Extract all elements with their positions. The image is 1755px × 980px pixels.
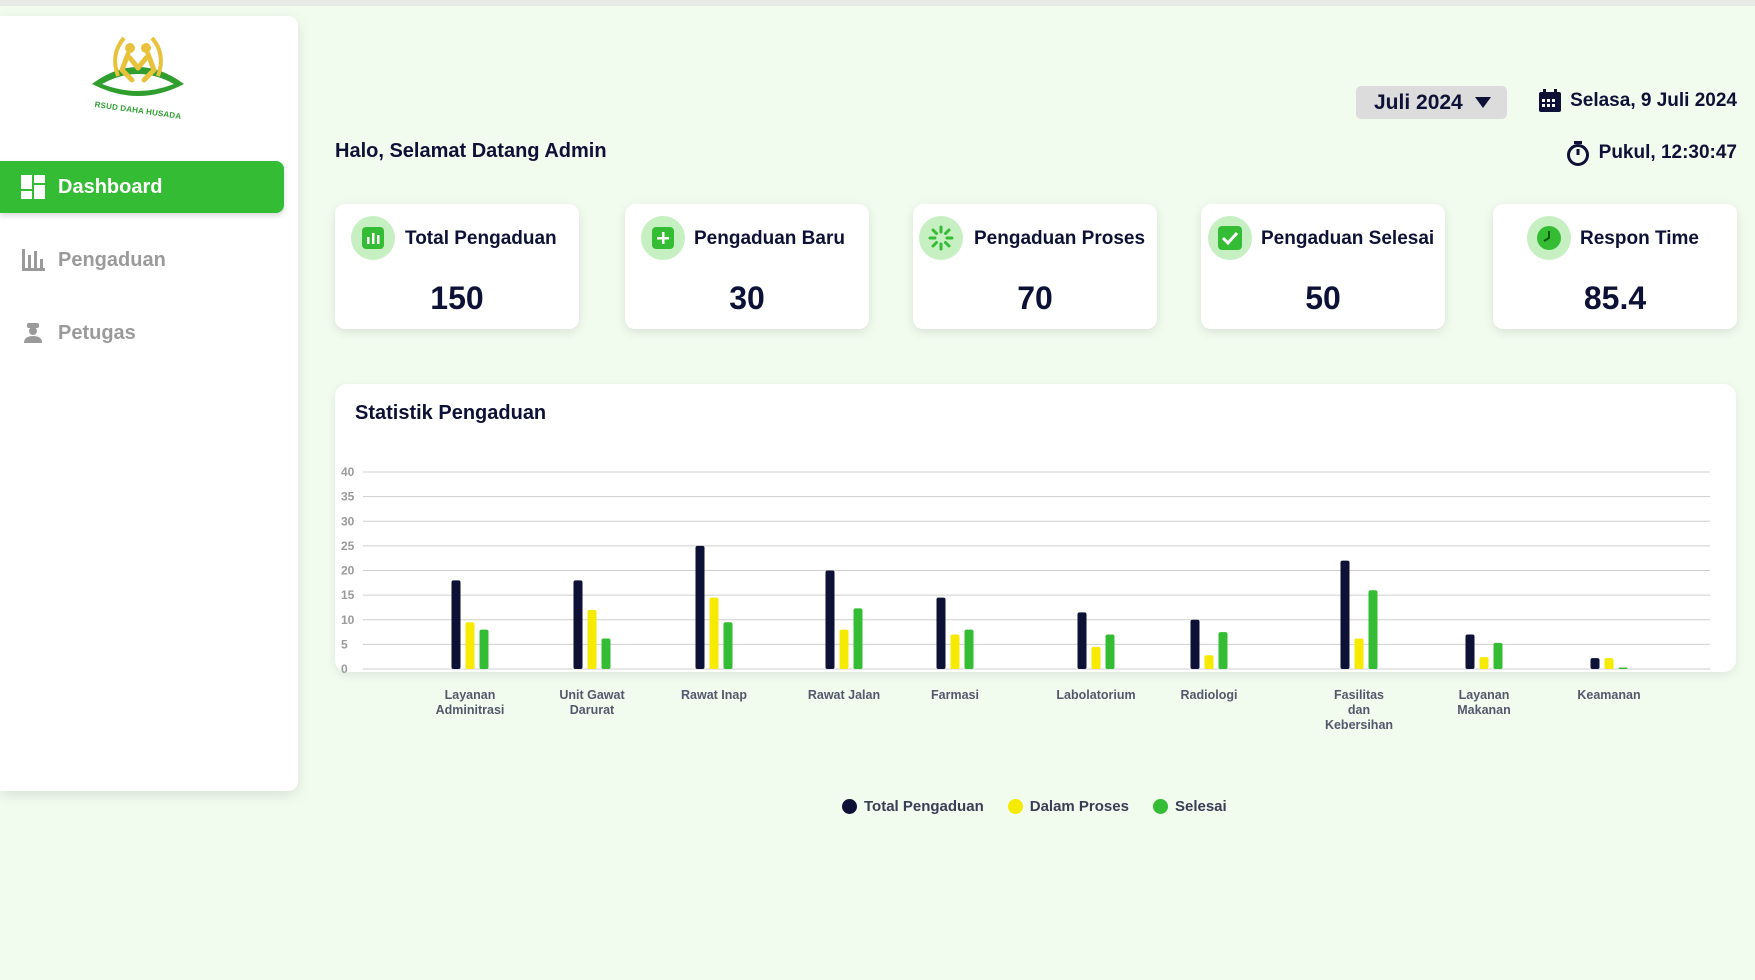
legend-item-total: Total Pengaduan	[842, 798, 984, 815]
sidebar-item-pengaduan[interactable]: Pengaduan	[0, 234, 284, 286]
bar-chart-icon	[20, 247, 46, 273]
sidebar-item-petugas[interactable]: Petugas	[0, 307, 284, 359]
x-tick-label: Fasilitas	[1334, 688, 1384, 702]
x-tick-label: Labolatorium	[1056, 688, 1135, 702]
sidebar-item-label: Pengaduan	[58, 248, 166, 271]
card-value: 85.4	[1583, 280, 1647, 316]
date-text: Selasa, 9 Juli 2024	[1570, 90, 1737, 111]
stats-icon	[351, 216, 395, 260]
officer-icon	[20, 320, 46, 346]
card-value: 150	[430, 280, 484, 316]
sidebar-item-label: Petugas	[58, 321, 136, 344]
card-value: 70	[1017, 280, 1053, 316]
card-value: 30	[729, 280, 765, 316]
x-tick-label: Kebersihan	[1325, 718, 1393, 732]
check-icon	[1208, 216, 1252, 260]
legend-dot	[842, 799, 857, 814]
greeting-text: Halo, Selamat Datang Admin	[335, 140, 607, 162]
legend-dot	[1152, 799, 1168, 814]
card-title: Respon Time	[1580, 228, 1699, 249]
x-tick-label: Layanan	[1459, 688, 1510, 702]
card-respon-time: Respon Time 85.4	[1493, 204, 1737, 329]
sidebar-item-dashboard[interactable]: Dashboard	[0, 161, 284, 213]
x-tick-label: Layanan	[445, 688, 496, 702]
month-select-value: Juli 2024	[1374, 90, 1463, 114]
card-title: Pengaduan Baru	[694, 228, 845, 249]
chevron-down-icon	[1475, 97, 1491, 108]
card-pengaduan-proses: Pengaduan Proses 70	[913, 204, 1157, 329]
sidebar: RSUD DAHA HUSADA Dashboard Pengaduan Pet…	[0, 16, 298, 791]
card-title: Pengaduan Proses	[974, 228, 1146, 249]
sidebar-item-label: Dashboard	[58, 175, 163, 198]
legend-dot	[1007, 799, 1023, 814]
chart-panel	[335, 384, 1736, 672]
legend-label: Dalam Proses	[1029, 798, 1129, 815]
x-tick-label: Darurat	[570, 703, 615, 717]
legend-label: Selesai	[1174, 798, 1227, 815]
month-select[interactable]: Juli 2024	[1356, 86, 1507, 119]
card-value: 50	[1305, 280, 1341, 316]
card-title: Pengaduan Selesai	[1261, 228, 1435, 249]
x-tick-label: Unit Gawat	[559, 688, 625, 702]
card-pengaduan-baru: Pengaduan Baru 30	[625, 204, 869, 329]
x-tick-label: Rawat Inap	[681, 688, 747, 702]
card-pengaduan-selesai: Pengaduan Selesai 50	[1201, 204, 1445, 329]
clock-icon	[1527, 216, 1571, 260]
legend-item-selesai: Selesai	[1152, 798, 1227, 815]
current-date: Selasa, 9 Juli 2024	[1538, 89, 1737, 113]
card-title: Total Pengaduan	[405, 228, 557, 249]
x-tick-label: dan	[1348, 703, 1370, 717]
calendar-icon	[1538, 89, 1562, 113]
x-tick-label: Radiologi	[1181, 688, 1238, 702]
current-time: Pukul, 12:30:47	[1565, 140, 1737, 166]
top-strip	[0, 0, 1755, 6]
plus-icon	[641, 216, 685, 260]
time-text: Pukul, 12:30:47	[1598, 142, 1737, 163]
x-tick-label: Keamanan	[1577, 688, 1640, 702]
x-tick-label: Farmasi	[931, 688, 979, 702]
stopwatch-icon	[1565, 140, 1591, 166]
dashboard-icon	[20, 174, 46, 200]
card-total-pengaduan: Total Pengaduan 150	[335, 204, 579, 329]
chart-title: Statistik Pengaduan	[355, 402, 547, 424]
legend-label: Total Pengaduan	[864, 798, 984, 815]
loading-icon	[919, 216, 963, 260]
x-tick-label: Rawat Jalan	[808, 688, 880, 702]
legend-item-proses: Dalam Proses	[1007, 798, 1129, 815]
x-tick-label: Adminitrasi	[436, 703, 505, 717]
hospital-logo: RSUD DAHA HUSADA	[88, 30, 188, 126]
x-tick-label: Makanan	[1457, 703, 1511, 717]
chart-legend: Total Pengaduan Dalam Proses Selesai	[842, 798, 1251, 815]
